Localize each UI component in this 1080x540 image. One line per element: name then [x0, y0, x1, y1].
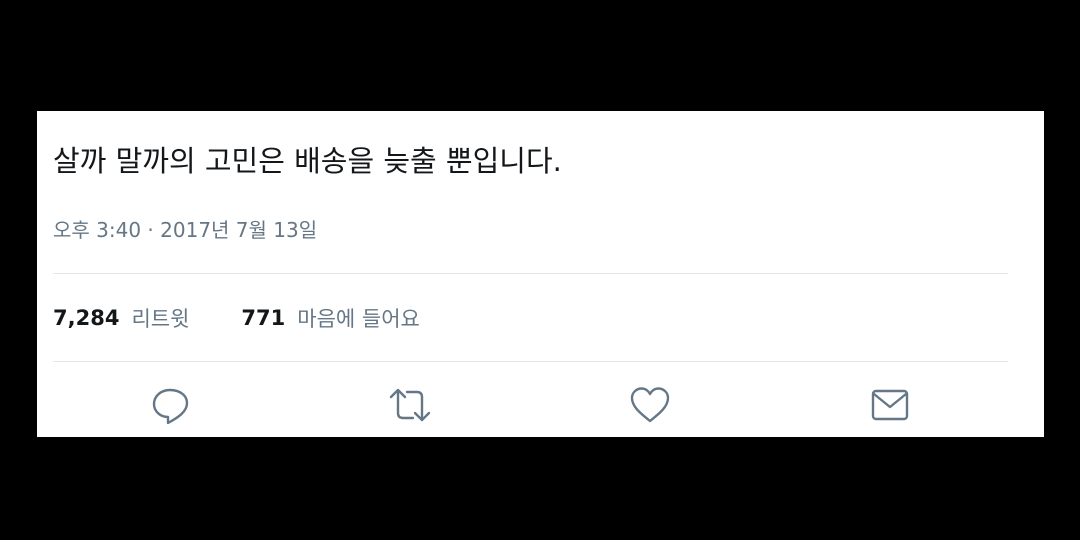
mail-icon	[871, 389, 909, 421]
tweet-stats: 7,284 리트윗 771 마음에 들어요	[53, 303, 420, 333]
likes-stat[interactable]: 771 마음에 들어요	[241, 303, 419, 333]
retweet-button[interactable]	[386, 381, 434, 429]
message-button[interactable]	[866, 381, 914, 429]
tweet-timestamp[interactable]: 오후 3:40 · 2017년 7월 13일	[53, 215, 317, 245]
tweet-text: 살까 말까의 고민은 배송을 늦출 뿐입니다.	[53, 144, 562, 178]
reply-icon	[152, 388, 189, 425]
retweets-label: 리트윗	[131, 307, 190, 331]
retweets-count: 7,284	[53, 306, 120, 330]
divider	[53, 273, 1008, 274]
tweet-actions	[37, 379, 1044, 431]
likes-count: 771	[241, 306, 286, 330]
reply-button[interactable]	[147, 381, 195, 429]
divider	[53, 361, 1008, 362]
likes-label: 마음에 들어요	[297, 307, 420, 331]
like-button[interactable]	[626, 381, 674, 429]
retweet-icon	[389, 388, 431, 422]
tweet-card: 살까 말까의 고민은 배송을 늦출 뿐입니다. 오후 3:40 · 2017년 …	[37, 111, 1044, 437]
retweets-stat[interactable]: 7,284 리트윗	[53, 303, 189, 333]
heart-icon	[630, 387, 670, 423]
